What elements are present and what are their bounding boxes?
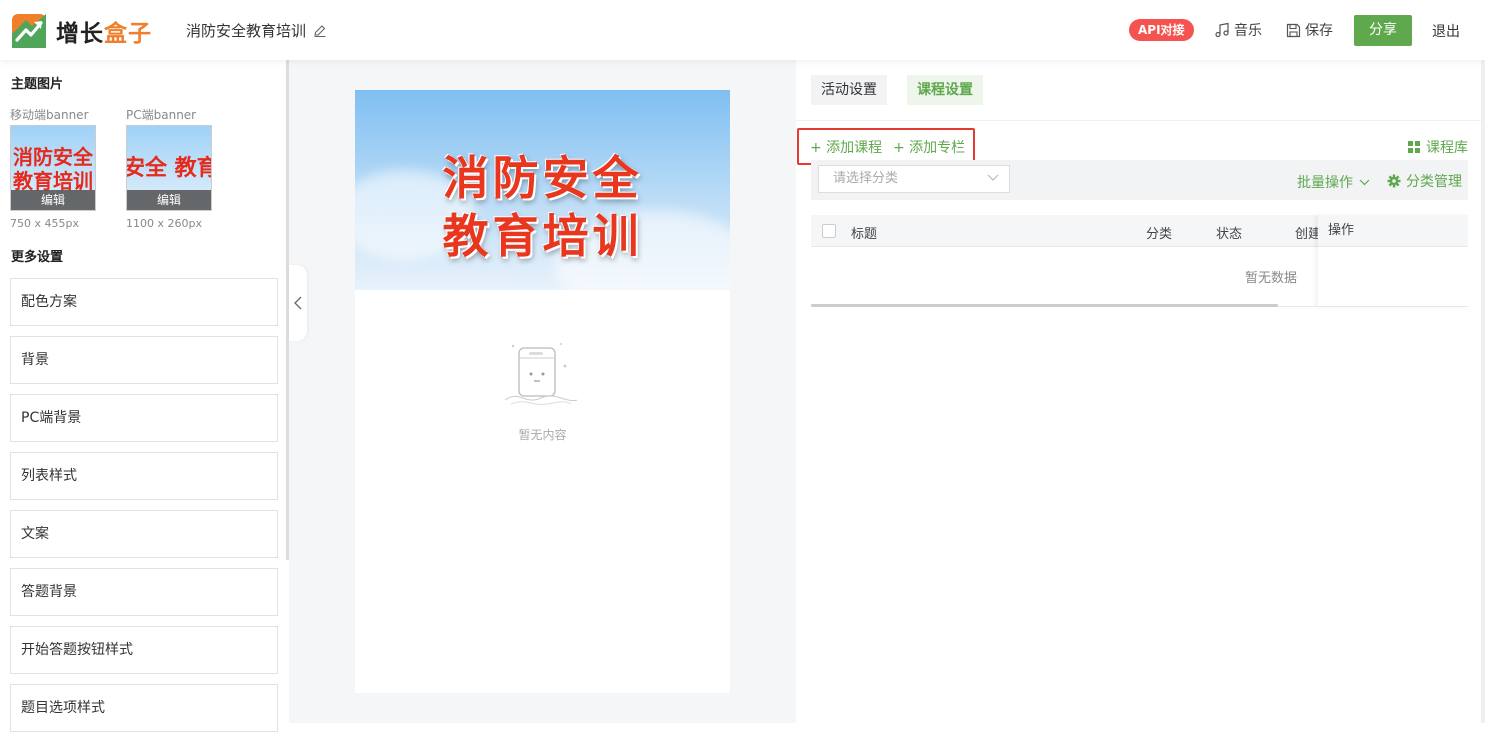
setting-copywriting[interactable]: 文案 bbox=[10, 510, 278, 558]
mobile-banner-edit-button[interactable]: 编辑 bbox=[11, 190, 95, 210]
course-library-label: 课程库 bbox=[1426, 140, 1468, 156]
pc-banner-size: 1100 x 260px bbox=[126, 217, 202, 230]
category-management-label: 分类管理 bbox=[1406, 174, 1462, 190]
empty-content-text: 暂无内容 bbox=[518, 428, 567, 442]
right-settings-panel: 活动设置 课程设置 + 添加课程 + 添加专栏 课程库 请选择分类 批量操作 分… bbox=[796, 60, 1485, 723]
add-column-button[interactable]: + 添加专栏 bbox=[893, 137, 965, 157]
right-panel-scrollbar[interactable] bbox=[1481, 60, 1485, 723]
more-settings-title: 更多设置 bbox=[11, 250, 64, 265]
left-settings-panel: 主题图片 移动端banner PC端banner 消防安全 教育培训 编辑 安全… bbox=[0, 60, 288, 732]
setting-list-style[interactable]: 列表样式 bbox=[10, 452, 278, 500]
column-operations: 操作 bbox=[1318, 215, 1468, 247]
batch-operations-label: 批量操作 bbox=[1297, 175, 1353, 191]
setting-answer-background[interactable]: 答题背景 bbox=[10, 568, 278, 616]
logout-button[interactable]: 退出 bbox=[1432, 21, 1460, 41]
gear-icon bbox=[1387, 174, 1401, 188]
column-category: 分类 bbox=[1146, 227, 1173, 242]
filter-toolbar: 请选择分类 批量操作 分类管理 bbox=[811, 160, 1468, 200]
pc-banner-label: PC端banner bbox=[126, 108, 197, 122]
grid-icon bbox=[1408, 141, 1420, 153]
course-table-header: 标题 分类 状态 创建 操作 bbox=[811, 215, 1468, 307]
logo-text: 增长盒子 bbox=[56, 21, 152, 47]
mobile-banner-size: 750 x 455px bbox=[10, 217, 79, 230]
music-label: 音乐 bbox=[1234, 23, 1262, 39]
operations-column: 操作 bbox=[1318, 215, 1468, 307]
banner-title-line1: 消防安全 bbox=[442, 151, 643, 205]
setting-background[interactable]: 背景 bbox=[10, 336, 278, 384]
empty-content-icon bbox=[504, 343, 578, 405]
save-label: 保存 bbox=[1305, 23, 1333, 39]
no-data-text: 暂无数据 bbox=[1245, 271, 1298, 286]
logo[interactable]: 增长盒子 bbox=[12, 14, 152, 48]
activity-title[interactable]: 消防安全教育培训 bbox=[186, 20, 327, 41]
setting-color-scheme[interactable]: 配色方案 bbox=[10, 278, 278, 326]
tab-course-settings[interactable]: 课程设置 bbox=[907, 75, 983, 105]
tab-divider bbox=[796, 120, 1485, 121]
pencil-icon[interactable] bbox=[313, 24, 327, 38]
collapse-panel-button[interactable] bbox=[289, 265, 307, 341]
mobile-thumb-text-line1: 消防安全 bbox=[13, 145, 93, 169]
category-management-button[interactable]: 分类管理 bbox=[1387, 171, 1462, 191]
share-button[interactable]: 分享 bbox=[1354, 15, 1412, 46]
setting-start-button-style[interactable]: 开始答题按钮样式 bbox=[10, 626, 278, 674]
preview-banner: 消防安全 教育培训 bbox=[355, 90, 730, 290]
tab-activity-settings[interactable]: 活动设置 bbox=[811, 75, 887, 105]
pc-banner-edit-button[interactable]: 编辑 bbox=[127, 190, 211, 210]
table-horizontal-scrollbar[interactable] bbox=[811, 304, 1278, 307]
mobile-banner-thumbnail[interactable]: 消防安全 教育培训 编辑 bbox=[10, 125, 96, 211]
category-select-placeholder: 请选择分类 bbox=[833, 171, 899, 186]
column-status: 状态 bbox=[1216, 227, 1243, 242]
add-course-button[interactable]: + 添加课程 bbox=[810, 137, 882, 157]
activity-title-text: 消防安全教育培训 bbox=[186, 22, 307, 40]
setting-option-style[interactable]: 题目选项样式 bbox=[10, 684, 278, 732]
logo-icon bbox=[12, 14, 46, 48]
api-badge[interactable]: API对接 bbox=[1129, 19, 1194, 41]
pc-banner-thumbnail[interactable]: 安全 教育 编辑 bbox=[126, 125, 212, 211]
chevron-down-icon bbox=[987, 174, 999, 181]
batch-operations-dropdown[interactable]: 批量操作 bbox=[1297, 172, 1370, 192]
music-button[interactable]: 音乐 bbox=[1214, 20, 1262, 40]
course-library-button[interactable]: 课程库 bbox=[1408, 137, 1468, 157]
select-all-checkbox[interactable] bbox=[822, 224, 836, 238]
top-header: 增长盒子 消防安全教育培训 API对接 音乐 保存 分享 退出 bbox=[0, 0, 1485, 60]
phone-preview: 消防安全 教育培训 暂无内容 bbox=[355, 90, 730, 693]
pc-thumb-text: 安全 教育 bbox=[126, 155, 211, 181]
setting-pc-background[interactable]: PC端背景 bbox=[10, 394, 278, 442]
column-title: 标题 bbox=[851, 227, 878, 242]
chevron-left-icon bbox=[294, 296, 302, 310]
banner-title-line2: 教育培训 bbox=[442, 209, 643, 263]
chevron-down-icon bbox=[1359, 179, 1370, 185]
music-note-icon bbox=[1215, 22, 1229, 38]
mobile-banner-label: 移动端banner bbox=[10, 108, 89, 122]
floppy-disk-icon bbox=[1286, 23, 1301, 37]
category-select[interactable]: 请选择分类 bbox=[818, 165, 1010, 193]
theme-image-title: 主题图片 bbox=[11, 77, 64, 92]
save-button[interactable]: 保存 bbox=[1286, 20, 1333, 40]
